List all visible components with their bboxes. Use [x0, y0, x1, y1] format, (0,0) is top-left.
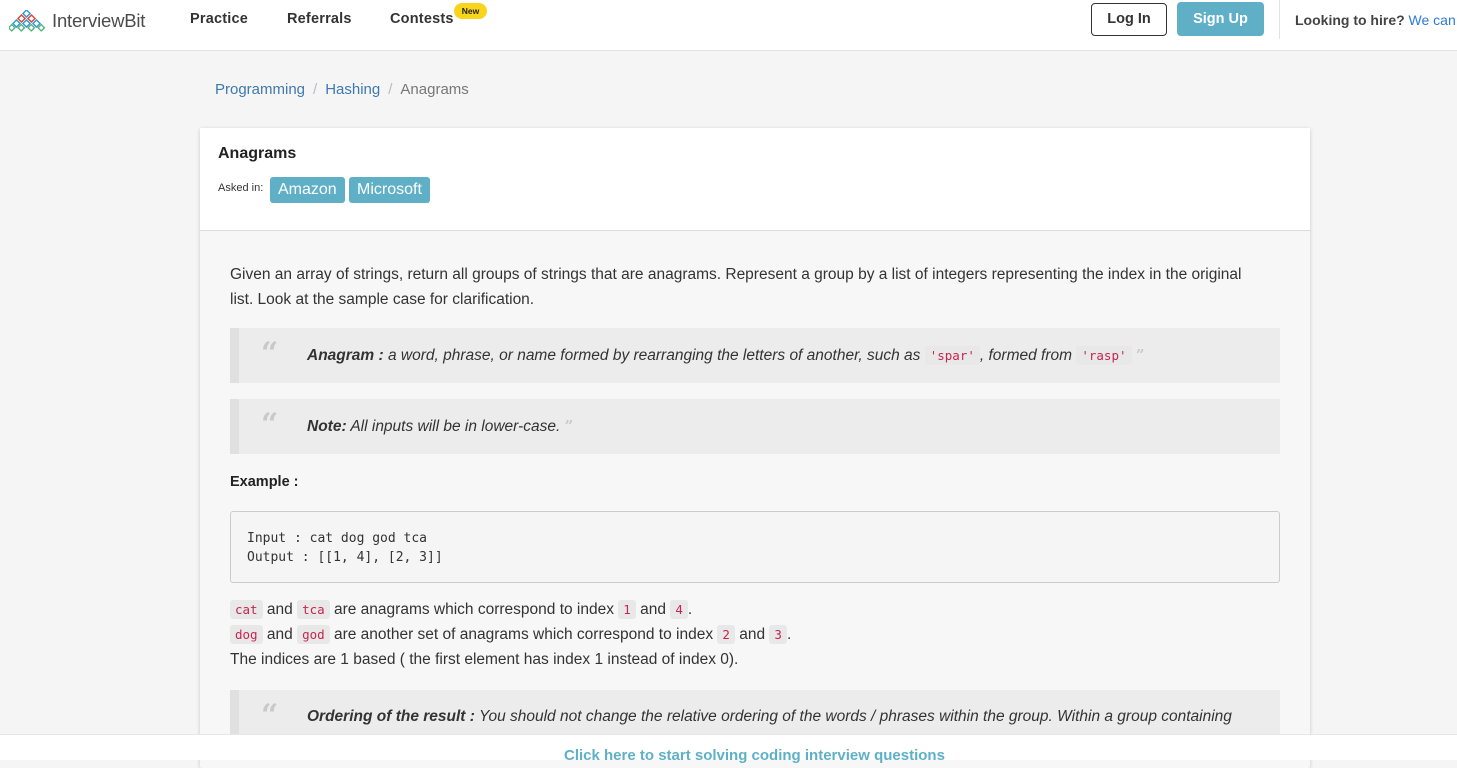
ordering-text: Ordering of the result : You should not … — [307, 708, 1232, 726]
breadcrumb-current: Anagrams — [400, 81, 469, 98]
code-index-2: 2 — [717, 625, 735, 644]
code-spar: 'spar' — [924, 346, 980, 365]
example-code-block: Input : cat dog god tca Output : [[1, 4]… — [230, 511, 1280, 583]
example-label: Example : — [230, 474, 299, 490]
new-badge: New — [454, 3, 487, 19]
explanation-line-1: cat and tca are anagrams which correspon… — [230, 600, 693, 619]
ordering-label: Ordering of the result : — [307, 708, 475, 725]
explain-text: and — [266, 626, 293, 643]
explain-text: and — [266, 601, 293, 618]
explain-text: . — [786, 626, 792, 643]
problem-card: Anagrams Asked in: Amazon Microsoft Give… — [200, 128, 1310, 768]
nav-referrals[interactable]: Referrals — [287, 11, 352, 27]
breadcrumb: Programming / Hashing / Anagrams — [215, 81, 469, 98]
breadcrumb-hashing[interactable]: Hashing — [325, 81, 380, 98]
open-quote-icon: “ — [261, 407, 279, 442]
interviewbit-logo-icon — [9, 10, 46, 32]
code-rasp: 'rasp' — [1076, 346, 1132, 365]
note-quote: “ Note: All inputs will be in lower-case… — [230, 399, 1280, 454]
breadcrumb-separator: / — [388, 81, 393, 98]
code-index-4: 4 — [670, 600, 688, 619]
definition-text: a word, phrase, or name formed by rearra… — [383, 347, 925, 364]
explain-text: are another set of anagrams which corres… — [333, 626, 714, 643]
code-tca: tca — [297, 600, 330, 619]
open-quote-icon: “ — [261, 336, 279, 371]
code-index-3: 3 — [769, 625, 787, 644]
logo[interactable]: InterviewBit — [9, 8, 145, 34]
problem-header: Anagrams Asked in: Amazon Microsoft — [200, 128, 1310, 231]
nav-practice[interactable]: Practice — [190, 11, 248, 27]
anagram-definition-quote: “ Anagram : a word, phrase, or name form… — [230, 328, 1280, 383]
definition-text-mid: , formed from — [979, 347, 1077, 364]
logo-text: InterviewBit — [52, 10, 146, 31]
anagram-definition-text: Anagram : a word, phrase, or name formed… — [307, 346, 1144, 365]
explain-text: and — [739, 626, 766, 643]
anagram-label: Anagram : — [307, 347, 384, 364]
code-index-1: 1 — [618, 600, 636, 619]
hire-text: Looking to hire? — [1295, 12, 1405, 28]
breadcrumb-separator: / — [313, 81, 318, 98]
asked-in-label: Asked in: — [218, 182, 264, 194]
problem-description: Given an array of strings, return all gr… — [230, 262, 1242, 312]
problem-title: Anagrams — [218, 145, 297, 162]
description-line-1: Given an array of strings, return all gr… — [230, 266, 1242, 283]
note-text: Note: All inputs will be in lower-case. … — [307, 417, 573, 436]
code-cat: cat — [230, 600, 263, 619]
explain-text: are anagrams which correspond to index — [333, 601, 614, 618]
company-tag-amazon[interactable]: Amazon — [270, 177, 345, 203]
login-button[interactable]: Log In — [1091, 3, 1167, 36]
ordering-body: You should not change the relative order… — [474, 708, 1232, 725]
explanation-line-3: The indices are 1 based ( the first elem… — [230, 651, 739, 668]
hire-link[interactable]: We can help — [1409, 12, 1457, 28]
hire-prompt: Looking to hire? We can help — [1295, 12, 1457, 28]
code-god: god — [297, 625, 330, 644]
explanation-line-2: dog and god are another set of anagrams … — [230, 625, 792, 644]
nav-divider — [1279, 0, 1280, 39]
signup-button[interactable]: Sign Up — [1177, 2, 1264, 36]
close-quote-icon: ” — [1135, 346, 1145, 364]
bottom-cta-bar: Click here to start solving coding inter… — [0, 734, 1457, 764]
description-line-2: list. Look at the sample case for clarif… — [230, 291, 535, 308]
explain-text: . — [687, 601, 693, 618]
open-quote-icon: “ — [261, 698, 279, 733]
breadcrumb-programming[interactable]: Programming — [215, 81, 305, 98]
note-label: Note: — [307, 418, 347, 435]
company-tag-microsoft[interactable]: Microsoft — [349, 177, 430, 203]
code-dog: dog — [230, 625, 263, 644]
explain-text: and — [640, 601, 667, 618]
top-navigation-bar: InterviewBit Practice Referrals Contests… — [0, 0, 1457, 51]
nav-contests[interactable]: Contests — [390, 11, 454, 27]
start-solving-link[interactable]: Click here to start solving coding inter… — [564, 747, 945, 764]
note-body: All inputs will be in lower-case. — [346, 418, 561, 435]
close-quote-icon: ” — [564, 417, 574, 435]
